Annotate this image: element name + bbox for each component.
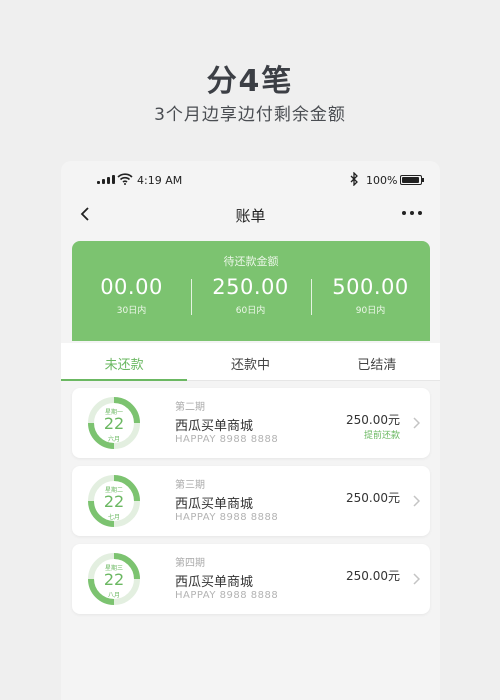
merchant-name: 西瓜买单商城 — [175, 419, 254, 434]
battery-icon — [400, 175, 424, 185]
bill-period: 第二期 — [175, 402, 205, 413]
amount-60-days: 250.00 60日内 — [212, 275, 289, 316]
page-title: 账单 — [235, 207, 266, 225]
tab-unpaid[interactable]: 未还款 — [61, 343, 188, 381]
bluetooth-icon — [350, 172, 358, 186]
nav-bar: 账单 — [61, 199, 440, 229]
wifi-icon — [117, 173, 133, 185]
promo-subtitle: 3个月边享边付剩余金额 — [154, 105, 346, 125]
merchant-code: HAPPAY 8988 8888 — [175, 512, 279, 523]
bill-amount: 250.00元 — [346, 569, 400, 583]
signal-icon — [97, 175, 115, 184]
bill-item[interactable]: 星期二 22 七月 第三期 西瓜买单商城 HAPPAY 8988 8888 25… — [72, 466, 430, 536]
chevron-right-icon — [413, 495, 420, 507]
date-ring: 星期二 22 七月 — [86, 473, 142, 529]
summary-label: 待还款金额 — [223, 255, 279, 268]
amount-90-days: 500.00 90日内 — [332, 275, 409, 316]
chevron-right-icon — [413, 573, 420, 585]
tab-settled[interactable]: 已结清 — [314, 343, 440, 380]
merchant-name: 西瓜买单商城 — [175, 497, 254, 512]
merchant-code: HAPPAY 8988 8888 — [175, 434, 279, 445]
amount-30-days: 00.00 30日内 — [100, 275, 163, 316]
bill-amount: 250.00元 — [346, 413, 400, 427]
date-ring: 星期三 22 八月 — [86, 551, 142, 607]
bill-tabs: 未还款 还款中 已结清 — [61, 343, 440, 381]
merchant-code: HAPPAY 8988 8888 — [175, 590, 279, 601]
bill-amount: 250.00元 — [346, 491, 400, 505]
bill-item[interactable]: 星期一 22 六月 第二期 西瓜买单商城 HAPPAY 8988 8888 25… — [72, 388, 430, 458]
phone-screen: 4:19 AM 100% 账单 待还款金额 00.00 30日内 250.00 … — [61, 161, 440, 700]
status-time: 4:19 AM — [137, 174, 183, 187]
chevron-right-icon — [413, 417, 420, 429]
bill-item[interactable]: 星期三 22 八月 第四期 西瓜买单商城 HAPPAY 8988 8888 25… — [72, 544, 430, 614]
repayment-summary-card: 待还款金额 00.00 30日内 250.00 60日内 500.00 90日内 — [72, 241, 430, 341]
bill-period: 第三期 — [175, 480, 205, 491]
early-repay-link[interactable]: 提前还款 — [364, 428, 400, 441]
date-ring: 星期一 22 六月 — [86, 395, 142, 451]
bill-period: 第四期 — [175, 558, 205, 569]
status-bar: 4:19 AM 100% — [61, 161, 440, 199]
battery-percent: 100% — [366, 174, 398, 187]
promo-title: 分4笔 — [206, 64, 294, 99]
more-dots-icon[interactable] — [401, 209, 423, 217]
merchant-name: 西瓜买单商城 — [175, 575, 254, 590]
tab-repaying[interactable]: 还款中 — [187, 343, 313, 380]
